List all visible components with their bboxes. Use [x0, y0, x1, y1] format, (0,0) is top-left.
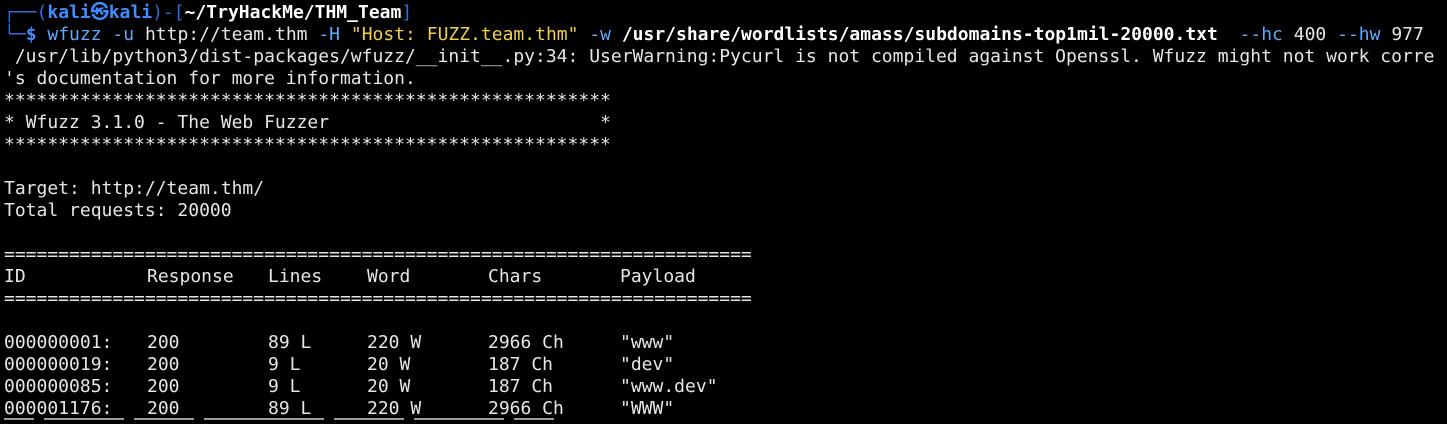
command-wordlist: /usr/share/wordlists/amass/subdomains-to…	[621, 24, 1218, 45]
prompt-corner-bottom: └─	[4, 24, 26, 45]
table-rule-bottom: ========================================…	[4, 288, 752, 309]
prompt-open-paren: (	[36, 2, 48, 23]
banner-stars-top: ****************************************…	[4, 90, 611, 111]
header-lines: Lines	[268, 266, 323, 287]
row-payload: "www"	[620, 332, 675, 353]
row-payload: "www.dev"	[620, 376, 718, 397]
row-id: 000000001:	[4, 332, 113, 353]
command-bin: wfuzz	[47, 24, 102, 45]
command-hc-value: 400	[1293, 24, 1327, 45]
header-id: ID	[4, 266, 26, 287]
prompt-dollar: $	[25, 24, 37, 45]
prompt-at-icon: ㉿	[90, 2, 109, 23]
prompt-host: kali	[108, 2, 153, 23]
prompt-path: ~/TryHackMe/THM_Team	[184, 2, 402, 23]
row-word: 20 W	[367, 376, 411, 397]
row-payload: "WWW"	[620, 398, 675, 419]
row-lines: 89 L	[268, 398, 312, 419]
row-response: 200	[147, 354, 180, 375]
warning-line-1: /usr/lib/python3/dist-packages/wfuzz/__i…	[4, 46, 1435, 67]
prompt-corner-top: ┌──	[4, 2, 37, 23]
warning-line-2: 's documentation for more information.	[4, 68, 416, 89]
row-chars: 2966 Ch	[488, 398, 564, 419]
banner-stars-bottom: ****************************************…	[4, 134, 611, 155]
command-hw-value: 977	[1391, 24, 1424, 45]
row-chars: 187 Ch	[488, 376, 554, 397]
command-flag-hc: --hc	[1239, 24, 1283, 45]
row-word: 220 W	[367, 332, 422, 353]
banner-title: * Wfuzz 3.1.0 - The Web Fuzzer *	[4, 112, 611, 133]
row-response: 200	[147, 398, 180, 419]
header-response: Response	[147, 266, 234, 287]
row-response: 200	[147, 376, 180, 397]
command-url: http://team.thm	[144, 24, 308, 45]
prompt-close: )-[	[152, 2, 185, 23]
command-flag-u: -u	[112, 24, 135, 45]
row-chars: 2966 Ch	[488, 332, 564, 353]
table-header-row: ID Response Lines Word Chars Payload	[4, 266, 1447, 288]
row-id: 000000085:	[4, 376, 113, 397]
row-word: 20 W	[367, 354, 411, 375]
terminal-window[interactable]: ┌──(kali㉿kali)-[~/TryHackMe/THM_Team] └─…	[4, 2, 1447, 420]
header-chars: Chars	[488, 266, 543, 287]
table-rule-top: ========================================…	[4, 244, 752, 265]
row-id: 000000019:	[4, 354, 113, 375]
row-lines: 9 L	[268, 354, 301, 375]
command-flag-w: -w	[589, 24, 611, 45]
row-response: 200	[147, 332, 180, 353]
prompt-line: ┌──(kali㉿kali)-[~/TryHackMe/THM_Team]	[4, 2, 1447, 24]
header-word: Word	[367, 266, 411, 287]
row-word: 220 W	[367, 398, 422, 419]
command-flag-h: -H	[318, 24, 341, 45]
command-flag-hw: --hw	[1337, 24, 1381, 45]
cut-off-next-line	[4, 418, 1444, 424]
table-row: 000000085: 200 9 L 20 W 187 Ch "www.dev"	[4, 376, 1447, 398]
prompt-user: kali	[47, 2, 91, 23]
row-payload: "dev"	[620, 354, 675, 375]
command-line[interactable]: └─$ wfuzz -u http://team.thm -H "Host: F…	[4, 24, 1447, 46]
total-requests-line: Total requests: 20000	[4, 200, 232, 221]
row-lines: 89 L	[268, 332, 312, 353]
row-chars: 187 Ch	[488, 354, 554, 375]
target-line: Target: http://team.thm/	[4, 178, 265, 199]
prompt-close-bracket: ]	[401, 2, 413, 23]
command-header: "Host: FUZZ.team.thm"	[350, 24, 579, 45]
table-row: 000001176: 200 89 L 220 W 2966 Ch "WWW"	[4, 398, 1447, 420]
row-lines: 9 L	[268, 376, 301, 397]
table-row: 000000019: 200 9 L 20 W 187 Ch "dev"	[4, 354, 1447, 376]
row-id: 000001176:	[4, 398, 113, 419]
table-row: 000000001: 200 89 L 220 W 2966 Ch "www"	[4, 332, 1447, 354]
header-payload: Payload	[620, 266, 696, 287]
